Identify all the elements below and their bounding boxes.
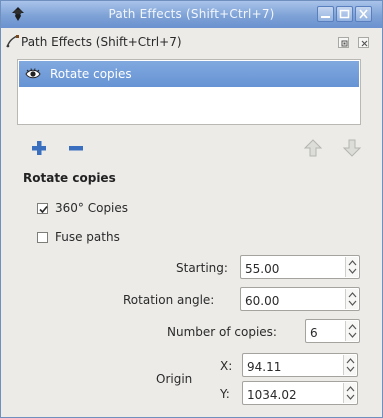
- maximize-button[interactable]: [336, 6, 353, 22]
- window-titlebar[interactable]: Path Effects (Shift+Ctrl+7): [1, 1, 382, 28]
- starting-label: Starting:: [176, 261, 228, 275]
- arrow-up-icon: [303, 139, 323, 157]
- add-effect-button[interactable]: [29, 138, 49, 158]
- chevron-up-icon[interactable]: [348, 324, 357, 330]
- origin-x-stepper[interactable]: [343, 355, 356, 375]
- minimize-icon: [321, 16, 330, 18]
- number-of-copies-spinbox[interactable]: [305, 319, 360, 343]
- fuse-paths-label: Fuse paths: [55, 230, 120, 244]
- copies-360-label: 360° Copies: [55, 201, 129, 215]
- checkmark-icon: [39, 205, 48, 214]
- origin-x-label: X:: [220, 359, 233, 373]
- effect-label: Rotate copies: [50, 67, 132, 81]
- starting-input[interactable]: [241, 256, 359, 278]
- rotation-angle-input[interactable]: [241, 288, 359, 310]
- arrow-down-icon: [342, 139, 362, 157]
- chevron-up-icon[interactable]: [348, 292, 357, 298]
- number-of-copies-stepper[interactable]: [345, 321, 358, 341]
- dock-header: Path Effects (Shift+Ctrl+7): [1, 28, 382, 54]
- minus-icon: [69, 146, 83, 151]
- move-down-button[interactable]: [342, 138, 362, 158]
- number-of-copies-label: Number of copies:: [167, 325, 277, 339]
- chevron-down-icon[interactable]: [346, 366, 355, 372]
- origin-y-input[interactable]: [243, 382, 357, 404]
- maximize-icon: [339, 9, 350, 19]
- chevron-up-icon[interactable]: [348, 260, 357, 266]
- starting-spinbox[interactable]: [240, 255, 360, 279]
- rotation-angle-label: Rotation angle:: [123, 293, 215, 307]
- dock-title: Path Effects (Shift+Ctrl+7): [21, 35, 182, 49]
- close-icon: [361, 40, 368, 47]
- list-item[interactable]: Rotate copies: [19, 61, 359, 87]
- origin-y-spinbox[interactable]: [242, 381, 358, 405]
- chevron-down-icon[interactable]: [348, 332, 357, 338]
- iconify-dock-button[interactable]: [338, 37, 349, 48]
- origin-y-stepper[interactable]: [343, 383, 356, 403]
- move-up-button[interactable]: [303, 138, 323, 158]
- origin-x-spinbox[interactable]: [242, 353, 358, 377]
- plus-icon: [32, 141, 46, 155]
- close-icon: [359, 9, 368, 19]
- rotation-angle-spinbox[interactable]: [240, 287, 360, 311]
- path-effects-window: Path Effects (Shift+Ctrl+7) Path Effects…: [0, 0, 383, 418]
- close-dock-button[interactable]: [358, 37, 369, 48]
- close-window-button[interactable]: [355, 6, 372, 22]
- origin-x-input[interactable]: [243, 354, 357, 376]
- rotation-angle-stepper[interactable]: [345, 289, 358, 309]
- chevron-down-icon[interactable]: [348, 268, 357, 274]
- path-effects-icon: [6, 35, 19, 48]
- chevron-up-icon[interactable]: [346, 358, 355, 364]
- minimize-button[interactable]: [317, 6, 334, 22]
- chevron-down-icon[interactable]: [348, 300, 357, 306]
- remove-effect-button[interactable]: [66, 138, 86, 158]
- chevron-up-icon[interactable]: [346, 386, 355, 392]
- copies-360-checkbox[interactable]: [37, 203, 48, 214]
- starting-stepper[interactable]: [345, 257, 358, 277]
- effects-list[interactable]: Rotate copies: [17, 59, 361, 125]
- effect-section-title: Rotate copies: [23, 171, 116, 185]
- effects-toolbar: [1, 135, 382, 161]
- origin-label: Origin: [156, 372, 193, 386]
- fuse-paths-checkbox[interactable]: [37, 232, 48, 243]
- eye-icon[interactable]: [25, 68, 41, 80]
- chevron-down-icon[interactable]: [346, 394, 355, 400]
- iconify-icon: [341, 40, 348, 47]
- origin-y-label: Y:: [220, 387, 230, 401]
